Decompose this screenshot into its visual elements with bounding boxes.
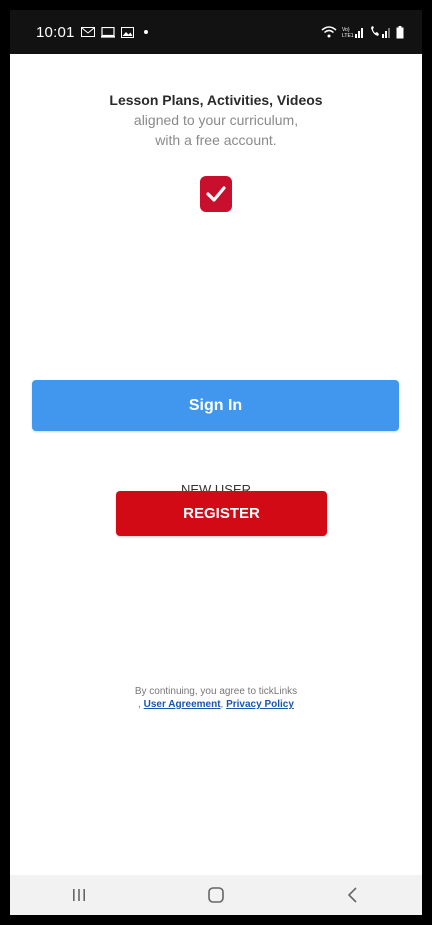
privacy-policy-link[interactable]: Privacy Policy — [226, 699, 294, 710]
legal-separator: , — [220, 699, 224, 710]
notification-dot — [143, 30, 148, 34]
call-signal-icon — [369, 26, 391, 38]
svg-text:LTE1: LTE1 — [342, 33, 354, 38]
back-icon[interactable] — [323, 875, 383, 915]
headline: Lesson Plans, Activities, Videos — [109, 92, 323, 108]
user-agreement-link[interactable]: User Agreement — [144, 699, 221, 710]
status-left: 10:01 — [36, 24, 148, 41]
register-button[interactable]: REGISTER — [116, 491, 327, 536]
sign-in-button[interactable]: Sign In — [32, 380, 399, 431]
legal-prefix: , — [138, 699, 141, 710]
volte-signal-icon: Vo) LTE1 — [342, 26, 364, 38]
status-right: Vo) LTE1 — [321, 25, 404, 39]
battery-icon — [396, 25, 404, 39]
subheadline-line-1: aligned to your curriculum, — [133, 112, 299, 128]
legal-links: , User Agreement, Privacy Policy — [10, 699, 422, 710]
gallery-icon — [120, 26, 134, 38]
recent-apps-icon[interactable] — [49, 875, 109, 915]
phone-screen: 10:01 Vo) LTE1 Lesson Plans, Activities,… — [10, 10, 422, 915]
mail-icon — [80, 27, 95, 37]
subheadline-line-2: with a free account. — [155, 132, 277, 148]
status-bar: 10:01 Vo) LTE1 — [10, 10, 422, 54]
login-screen: Lesson Plans, Activities, Videos aligned… — [10, 54, 422, 875]
status-time: 10:01 — [36, 23, 75, 41]
system-nav-bar — [10, 875, 422, 915]
screen-icon — [100, 26, 115, 38]
checkmark-logo-icon — [200, 176, 232, 212]
home-icon[interactable] — [186, 875, 246, 915]
wifi-icon — [321, 26, 337, 38]
legal-notice: By continuing, you agree to tickLinks — [134, 686, 298, 697]
